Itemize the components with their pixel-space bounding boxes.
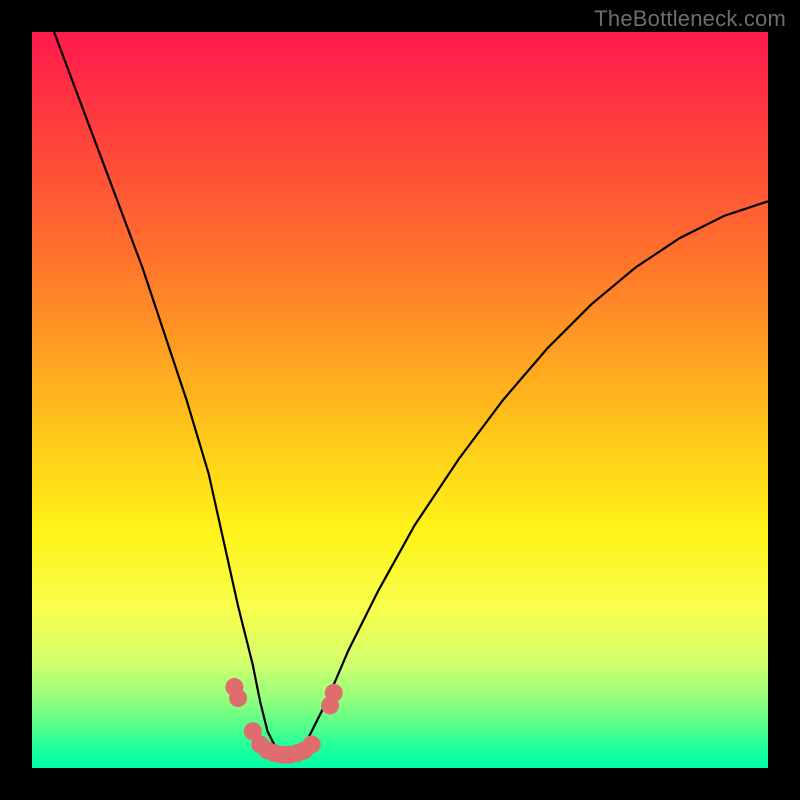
watermark-text: TheBottleneck.com: [594, 6, 786, 32]
series-line-bottleneck-curve: [54, 32, 768, 753]
data-marker: [325, 684, 343, 702]
chart-plot-area: [32, 32, 768, 768]
data-marker: [229, 689, 247, 707]
marker-group: [225, 678, 342, 764]
data-marker: [303, 735, 321, 753]
chart-svg: [32, 32, 768, 768]
